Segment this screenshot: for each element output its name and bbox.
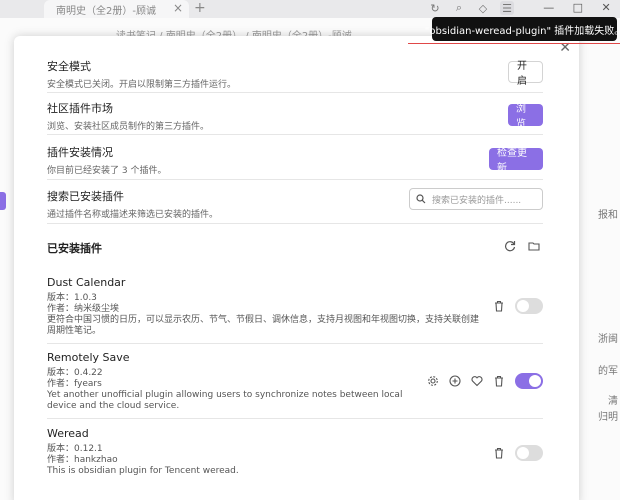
plugin-search-input[interactable]: 搜索已安装的插件...... (409, 188, 543, 210)
reload-icon[interactable] (504, 240, 516, 252)
plugin-toggle[interactable] (515, 373, 543, 389)
trash-icon[interactable] (493, 447, 505, 459)
plugin-controls (427, 373, 543, 389)
trash-icon[interactable] (493, 375, 505, 387)
plugin-desc: This is obsidian plugin for Tencent were… (47, 466, 239, 476)
plus-circle-icon[interactable] (449, 375, 461, 387)
tab-close-icon[interactable]: × (173, 1, 183, 15)
background-text: 浙闽 (598, 334, 618, 345)
plugin-row: Dust Calendar 版本：1.0.3 作者：纳米级尘埃 更符合中国习惯的… (47, 276, 543, 344)
plugin-row: Weread 版本：0.12.1 作者：hankzhao This is obs… (47, 427, 543, 487)
background-text: 清 (608, 396, 618, 407)
heart-icon[interactable] (471, 375, 483, 387)
setting-desc: 你目前已经安装了 3 个插件。 (47, 166, 167, 176)
window-controls: — □ ✕ (534, 1, 620, 15)
gear-icon[interactable] (427, 375, 439, 387)
plugin-controls (493, 298, 543, 314)
folder-icon[interactable] (528, 240, 540, 252)
installed-actions (504, 240, 540, 252)
plugin-name: Dust Calendar (47, 276, 126, 289)
plugin-name: Weread (47, 427, 89, 440)
background-text: 归明 (598, 412, 618, 423)
new-tab-icon[interactable]: + (194, 0, 206, 16)
plugin-desc: Yet another unofficial plugin allowing u… (47, 390, 403, 411)
setting-desc: 浏览、安装社区成员制作的第三方插件。 (47, 122, 210, 132)
sidebar-active-indicator (0, 192, 6, 210)
check-updates-button[interactable]: 检查更新 (489, 148, 543, 174)
error-notice[interactable]: "obsidian-weread-plugin" 插件加载失败。 (425, 17, 620, 41)
setting-safe-mode: 安全模式 安全模式已关闭。开启以限制第三方插件运行。 开启 (47, 58, 543, 93)
tab-title: 南明史（全2册）-顾诚 (56, 6, 156, 17)
list-icon[interactable]: ☰ (500, 1, 514, 15)
maximize-icon[interactable]: □ (573, 1, 583, 15)
search-placeholder: 搜索已安装的插件...... (432, 195, 522, 206)
search-icon[interactable]: ⌕ (452, 1, 466, 15)
trash-icon[interactable] (493, 300, 505, 312)
title-bar: 南明史（全2册）-顾诚 × + ↻ ⌕ ◇ ☰ — □ ✕ (0, 0, 620, 18)
plugin-row: Remotely Save 版本：0.4.22 作者：fyears Yet an… (47, 351, 543, 419)
setting-name: 安全模式 (47, 60, 91, 73)
plugin-controls (493, 445, 543, 461)
plugin-version: 版本：0.12.1 (47, 444, 103, 454)
setting-desc: 安全模式已关闭。开启以限制第三方插件运行。 (47, 80, 237, 90)
sync-icon[interactable]: ↻ (428, 1, 442, 15)
setting-market: 社区插件市场 浏览、安装社区成员制作的第三方插件。 浏览 (47, 100, 543, 135)
toolbar: ↻ ⌕ ◇ ☰ (428, 1, 514, 15)
search-icon (416, 194, 426, 204)
plugin-author: 作者：hankzhao (47, 455, 118, 465)
setting-install-status: 插件安装情况 你目前已经安装了 3 个插件。 检查更新 (47, 144, 543, 180)
plugin-name: Remotely Save (47, 351, 130, 364)
plugin-author: 作者：纳米级尘埃 (47, 304, 120, 314)
note-tab[interactable]: 南明史（全2册）-顾诚 × (44, 0, 189, 18)
notice-divider (408, 43, 620, 44)
minimize-icon[interactable]: — (543, 1, 554, 15)
installed-plugins-heading: 已安装插件 (47, 242, 102, 255)
tag-icon[interactable]: ◇ (476, 1, 490, 15)
plugin-toggle[interactable] (515, 298, 543, 314)
plugin-desc: 更符合中国习惯的日历，可以显示农历、节气、节假日、调休信息，支持月视图和年视图切… (47, 315, 480, 336)
settings-modal: ✕ 安全模式 安全模式已关闭。开启以限制第三方插件运行。 开启 社区插件市场 浏… (14, 36, 579, 500)
setting-name: 社区插件市场 (47, 102, 113, 115)
plugin-toggle[interactable] (515, 445, 543, 461)
safe-mode-button[interactable]: 开启 (508, 61, 543, 87)
setting-name: 插件安装情况 (47, 146, 113, 159)
setting-search: 搜索已安装插件 通过插件名称或描述来筛选已安装的插件。 搜索已安装的插件....… (47, 188, 543, 224)
window-close-icon[interactable]: ✕ (602, 1, 611, 15)
background-text: 报和 (598, 210, 618, 221)
plugin-version: 版本：1.0.3 (47, 293, 97, 303)
browse-button[interactable]: 浏览 (508, 104, 543, 130)
background-text: 的军 (598, 366, 618, 377)
